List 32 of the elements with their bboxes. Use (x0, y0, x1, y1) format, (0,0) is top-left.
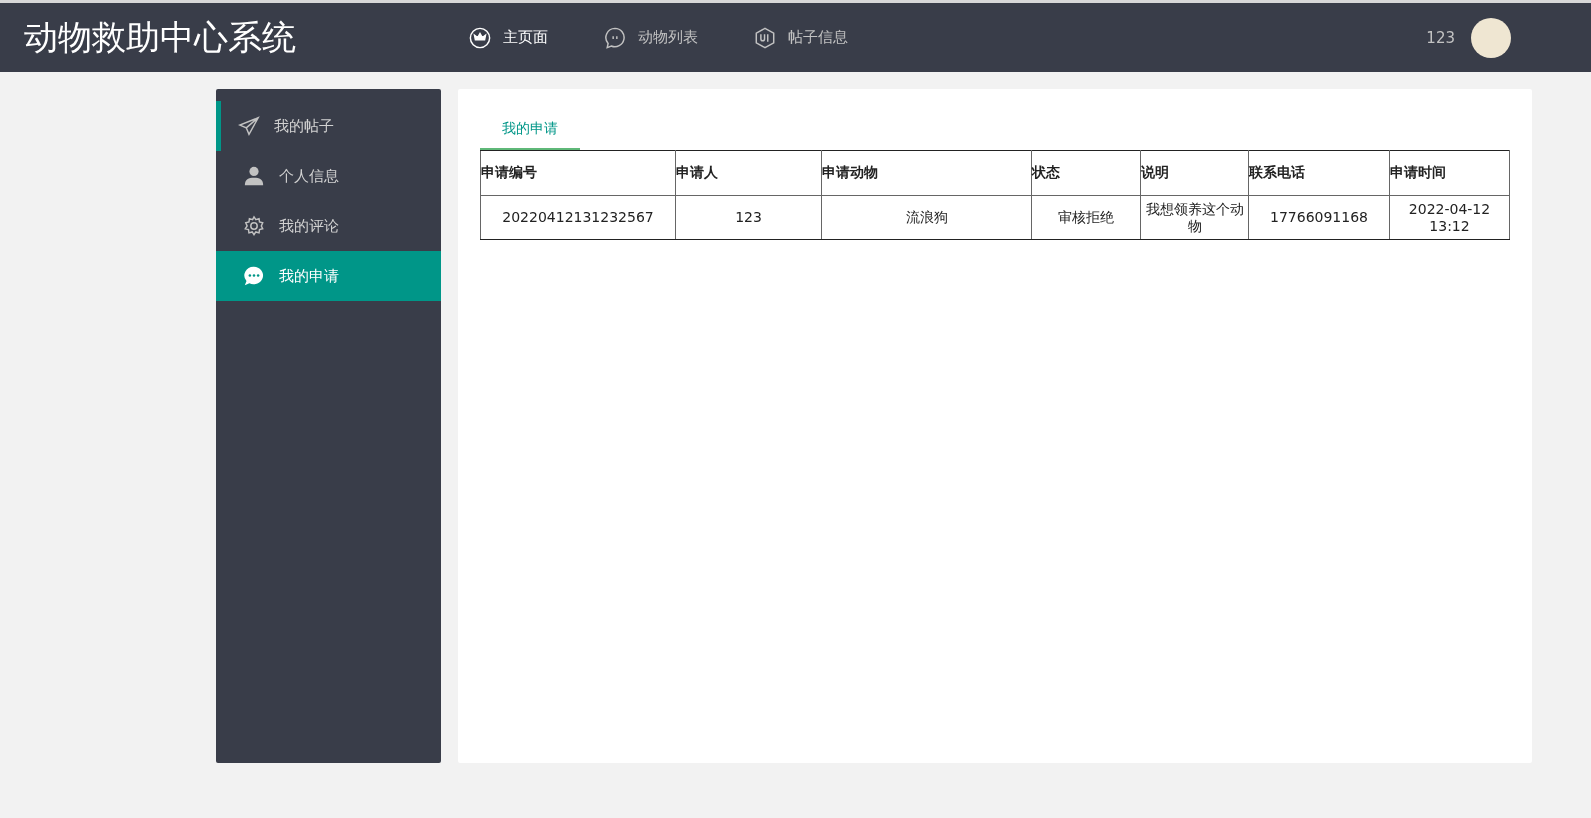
crown-icon (469, 26, 491, 49)
sidebar-item[interactable]: 个人信息 (216, 151, 441, 201)
table-cell: 20220412131232567 (480, 195, 676, 240)
avatar[interactable] (1471, 17, 1511, 58)
tab[interactable]: 我的申请 (480, 108, 580, 150)
column-header: 申请人 (675, 150, 822, 196)
paper-plane-icon (238, 115, 260, 137)
column-header: 申请时间 (1389, 150, 1510, 196)
site-title: 动物救助中心系统 (24, 15, 297, 59)
nav-link[interactable]: 动物列表 (604, 26, 698, 49)
table-cell: 17766091168 (1248, 195, 1390, 240)
column-header: 说明 (1140, 150, 1249, 196)
table-cell: 123 (675, 195, 822, 240)
username: 123 (1426, 28, 1455, 47)
hexagon-icon (754, 26, 776, 49)
table-cell: 我想领养这个动物 (1140, 195, 1249, 240)
table-cell: 2022-04-12 13:12 (1389, 195, 1510, 240)
chat-bubble-icon (604, 26, 626, 49)
column-header: 状态 (1031, 150, 1141, 196)
nav-link[interactable]: 帖子信息 (754, 26, 848, 49)
table-cell: 审核拒绝 (1031, 195, 1141, 240)
sidebar-item[interactable]: 我的评论 (216, 201, 441, 251)
user-icon (243, 165, 265, 187)
sidebar-item[interactable]: 我的申请 (216, 251, 441, 301)
chat-bubble-icon (243, 265, 265, 287)
nav-link[interactable]: 主页面 (469, 26, 548, 49)
column-header: 联系电话 (1248, 150, 1390, 196)
column-header: 申请编号 (480, 150, 676, 196)
gear-icon (243, 215, 265, 237)
sidebar-item[interactable]: 我的帖子 (216, 101, 441, 151)
table-cell: 流浪狗 (821, 195, 1032, 240)
column-header: 申请动物 (821, 150, 1032, 196)
